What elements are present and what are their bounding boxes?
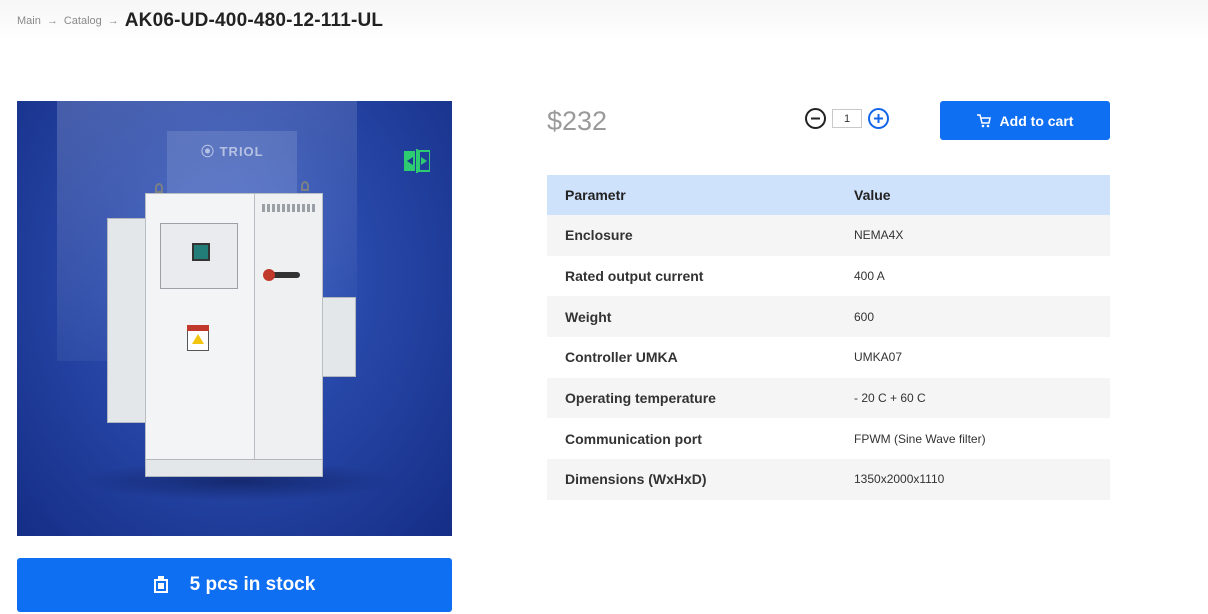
- breadcrumb-arrow-icon: →: [46, 15, 58, 27]
- stock-button[interactable]: 5 pcs in stock: [17, 558, 452, 612]
- lifting-hook-icon: [155, 183, 163, 193]
- table-row: Dimensions (WxHxD) 1350x2000x1110: [547, 459, 1110, 500]
- parameters-table: Parametr Value Enclosure NEMA4X Rated ou…: [547, 175, 1110, 500]
- page-title: AK06-UD-400-480-12-111-UL: [124, 10, 384, 31]
- minus-circle-icon[interactable]: [805, 108, 826, 129]
- param-value: - 20 C + 60 C: [836, 377, 1110, 419]
- table-row: Controller UMKA UMKA07: [547, 337, 1110, 378]
- stock-label: 5 pcs in stock: [189, 574, 316, 595]
- cabinet-switch: [263, 269, 275, 281]
- add-to-cart-label: Add to cart: [999, 112, 1074, 129]
- compare-icon[interactable]: [404, 149, 430, 173]
- cart-icon: [976, 113, 991, 127]
- quantity-stepper: [805, 108, 889, 129]
- table-row: Rated output current 400 A: [547, 255, 1110, 297]
- warning-icon: [192, 334, 204, 344]
- param-name: Dimensions (WxHxD): [547, 459, 836, 500]
- column-header-parameter: Parametr: [547, 175, 836, 215]
- add-to-cart-button[interactable]: Add to cart: [940, 101, 1110, 140]
- table-row: Communication port FPWM (Sine Wave filte…: [547, 418, 1110, 460]
- param-value: FPWM (Sine Wave filter): [836, 418, 1110, 460]
- product-price: $232: [547, 106, 608, 136]
- param-name: Enclosure: [547, 215, 836, 256]
- breadcrumb: Main → Catalog → AK06-UD-400-480-12-111-…: [17, 10, 383, 32]
- param-value: 400 A: [836, 255, 1110, 297]
- plus-circle-icon[interactable]: [868, 108, 889, 129]
- cabinet-base: [145, 459, 323, 477]
- product-image[interactable]: ⦿ TRIOL: [17, 101, 452, 536]
- top-bar: Main → Catalog → AK06-UD-400-480-12-111-…: [0, 0, 1208, 40]
- param-value: NEMA4X: [836, 215, 1110, 256]
- param-value: 600: [836, 296, 1110, 338]
- table-header-row: Parametr Value: [547, 175, 1110, 215]
- cabinet-side-panel: [322, 297, 356, 377]
- param-value: 1350x2000x1110: [836, 459, 1110, 500]
- param-name: Operating temperature: [547, 377, 836, 419]
- breadcrumb-catalog-link[interactable]: Catalog: [64, 15, 102, 27]
- param-name: Controller UMKA: [547, 337, 836, 378]
- param-name: Rated output current: [547, 255, 836, 297]
- param-name: Weight: [547, 296, 836, 338]
- column-header-value: Value: [836, 175, 1110, 215]
- table-row: Operating temperature - 20 C + 60 C: [547, 377, 1110, 419]
- brand-logo: ⦿ TRIOL: [201, 144, 264, 159]
- cabinet-vents: [262, 204, 317, 212]
- quantity-input[interactable]: [832, 109, 862, 128]
- cabinet-display: [192, 243, 210, 261]
- param-name: Communication port: [547, 418, 836, 460]
- table-row: Enclosure NEMA4X: [547, 215, 1110, 256]
- cabinet-side-panel: [107, 218, 147, 423]
- stock-icon: [153, 576, 168, 593]
- param-value: UMKA07: [836, 337, 1110, 378]
- breadcrumb-arrow-icon: →: [107, 15, 119, 27]
- warning-label-header: [187, 325, 209, 331]
- lifting-hook-icon: [301, 181, 309, 191]
- breadcrumb-main-link[interactable]: Main: [17, 15, 41, 27]
- table-row: Weight 600: [547, 296, 1110, 338]
